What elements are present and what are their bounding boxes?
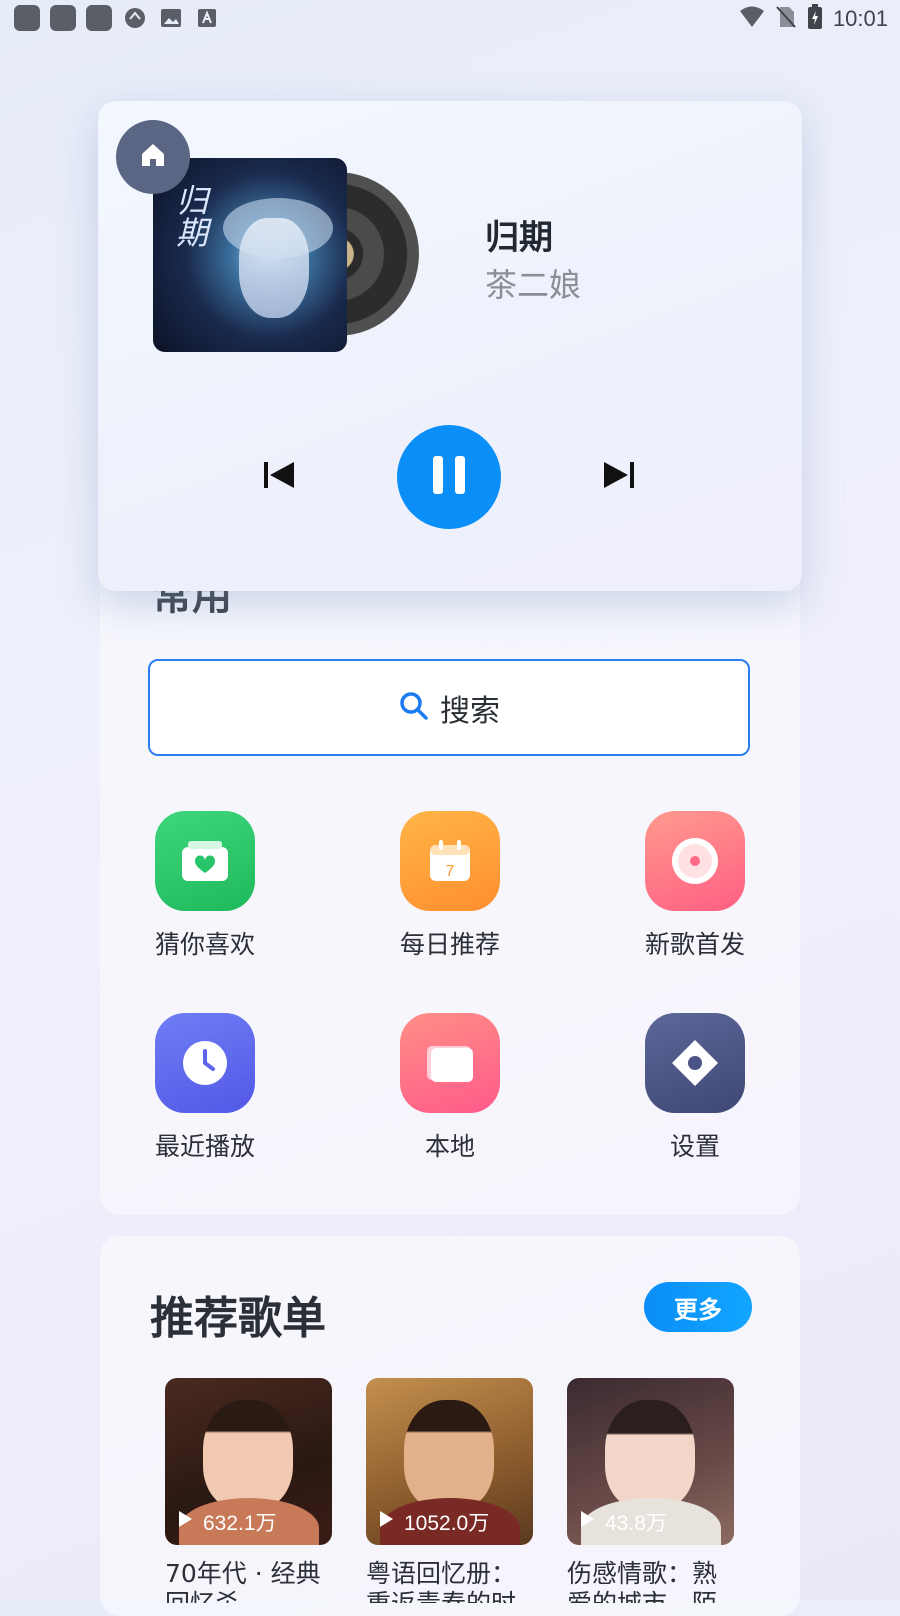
cover-portrait: [404, 1400, 494, 1510]
grid-item-guess-you-like[interactable]: 猜你喜欢: [125, 811, 285, 961]
search-icon: [398, 690, 430, 726]
play-count-value: 1052.0万: [404, 1512, 490, 1535]
battery-charging-icon: [807, 4, 823, 34]
calendar-icon: 7: [400, 811, 500, 911]
status-bar: 10:01: [0, 0, 900, 36]
previous-button[interactable]: [262, 458, 296, 492]
playlist-cover[interactable]: 632.1万: [165, 1378, 332, 1545]
disc-icon: [645, 811, 745, 911]
play-icon: [579, 1510, 595, 1534]
app-icon: [14, 5, 40, 31]
cover-portrait: [203, 1400, 293, 1510]
playlist-name: 粤语回忆册：重返青春的时光: [366, 1559, 517, 1603]
folder-icon: [400, 1013, 500, 1113]
album-art-title: 归期: [171, 184, 209, 248]
clock-icon: [155, 1013, 255, 1113]
album-art[interactable]: 归期: [153, 158, 347, 352]
song-artist: 茶二娘: [485, 266, 582, 304]
play-count: 43.8万: [579, 1507, 667, 1537]
album-art-figure: [239, 218, 309, 318]
previous-icon: [262, 462, 296, 496]
play-count: 1052.0万: [378, 1507, 489, 1537]
playlist-name: 伤感情歌：熟爱的城市，陌生的人: [567, 1559, 718, 1603]
app-icon: [86, 5, 112, 31]
play-icon: [378, 1510, 394, 1534]
play-icon: [177, 1510, 193, 1534]
playlist-card[interactable]: 632.1万 70年代 · 经典回忆杀: [165, 1378, 332, 1603]
playlist-card[interactable]: 43.8万 伤感情歌：熟爱的城市，陌生的人: [567, 1378, 734, 1603]
search-label: 搜索: [440, 693, 500, 729]
grid-label: 本地: [424, 1132, 475, 1161]
pause-icon: [429, 454, 469, 500]
search-box[interactable]: 搜索: [148, 659, 750, 756]
play-count: 632.1万: [177, 1507, 277, 1537]
no-sim-icon: [775, 5, 797, 33]
heart-card-icon: [155, 811, 255, 911]
song-title: 归期: [485, 218, 553, 258]
playlist-cover[interactable]: 1052.0万: [366, 1378, 533, 1545]
cover-portrait: [605, 1400, 695, 1510]
grid-item-recent-play[interactable]: 最近播放: [125, 1013, 285, 1163]
playlist-card[interactable]: 1052.0万 粤语回忆册：重返青春的时光: [366, 1378, 533, 1603]
recommend-title: 推荐歌单: [150, 1293, 326, 1344]
home-button[interactable]: [116, 120, 190, 194]
grid-label: 设置: [669, 1132, 720, 1161]
status-right-icons: 10:01: [739, 4, 888, 34]
settings-icon: [645, 1013, 745, 1113]
grid-label: 每日推荐: [399, 930, 500, 959]
status-time: 10:01: [832, 6, 888, 31]
playlist-name: 70年代 · 经典回忆杀: [165, 1559, 321, 1603]
image-icon: [158, 5, 184, 31]
playlist-cover[interactable]: 43.8万: [567, 1378, 734, 1545]
play-count-value: 43.8万: [605, 1512, 667, 1535]
status-left-icons: [14, 5, 220, 31]
grid-item-local[interactable]: 本地: [370, 1013, 530, 1163]
grid-item-settings[interactable]: 设置: [615, 1013, 775, 1163]
grid-item-new-songs[interactable]: 新歌首发: [615, 811, 775, 961]
home-icon: [138, 140, 168, 174]
next-button[interactable]: [602, 458, 636, 492]
font-icon: [194, 5, 220, 31]
more-button[interactable]: 更多: [644, 1282, 752, 1332]
grid-label: 最近播放: [154, 1132, 255, 1161]
sync-icon: [122, 5, 148, 31]
app-icon: [50, 5, 76, 31]
svg-text:7: 7: [446, 863, 455, 880]
wifi-icon: [739, 5, 765, 33]
grid-label: 新歌首发: [644, 930, 745, 959]
grid-label: 猜你喜欢: [154, 930, 255, 959]
grid-item-daily-recommend[interactable]: 7 每日推荐: [370, 811, 530, 961]
pause-button[interactable]: [397, 425, 501, 529]
play-count-value: 632.1万: [203, 1512, 277, 1535]
next-icon: [602, 462, 636, 496]
